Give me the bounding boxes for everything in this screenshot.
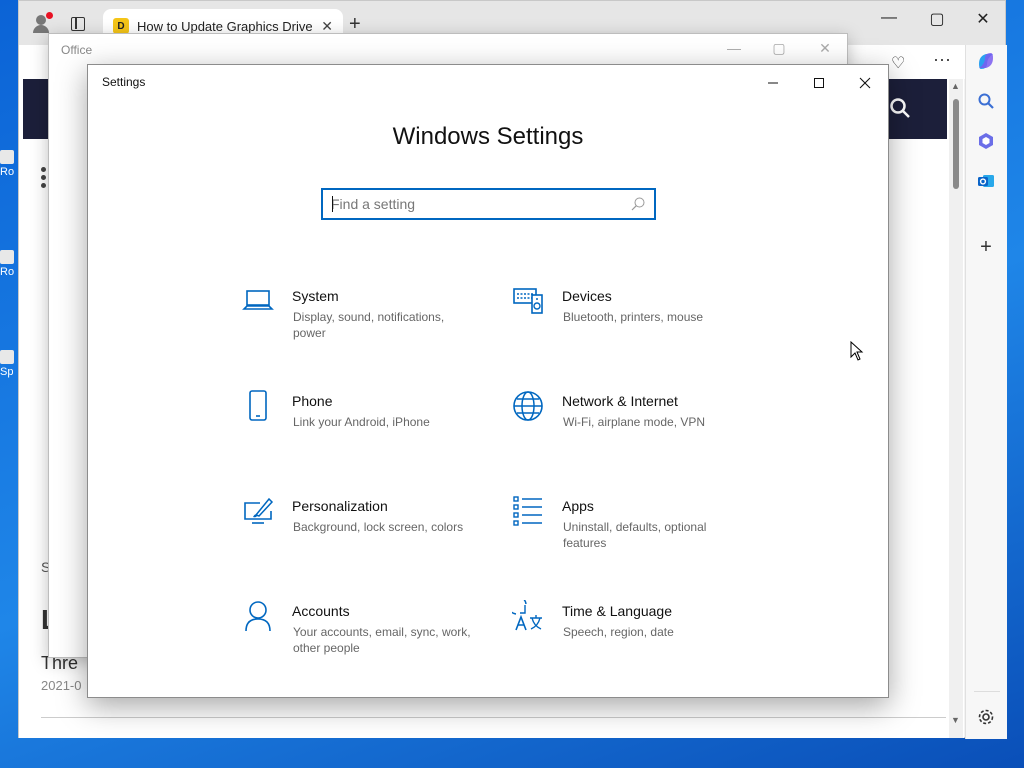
settings-item-label: Time & Language <box>562 603 672 619</box>
sidebar-divider <box>974 691 1000 692</box>
settings-item-devices[interactable]: Devices Bluetooth, printers, mouse <box>512 285 752 355</box>
desktop-icon-3[interactable]: Sp <box>0 350 18 380</box>
profile-icon[interactable] <box>31 12 53 33</box>
settings-item-apps[interactable]: Apps Uninstall, defaults, optional featu… <box>512 495 752 565</box>
person-icon <box>245 601 271 632</box>
heart-pulse-icon[interactable]: ♡ <box>891 53 905 73</box>
settings-item-desc: Your accounts, email, sync, work, other … <box>293 625 471 655</box>
settings-item-desc: Bluetooth, printers, mouse <box>563 310 704 324</box>
browser-sidebar: + <box>965 45 1007 739</box>
search-box[interactable] <box>321 188 656 220</box>
page-search-icon[interactable] <box>889 97 911 119</box>
settings-item-desc: Wi-Fi, airplane mode, VPN <box>563 415 706 429</box>
settings-item-label: System <box>292 288 339 304</box>
settings-close-button[interactable] <box>850 71 880 95</box>
settings-item-label: Network & Internet <box>562 393 678 409</box>
search-input[interactable] <box>331 194 621 214</box>
page-menu-icon[interactable] <box>41 167 46 188</box>
divider <box>41 717 946 718</box>
desktop-icon-1[interactable]: Ro <box>0 150 18 180</box>
settings-item-label: Devices <box>562 288 612 304</box>
desktop-icon-2[interactable]: Ro <box>0 250 18 280</box>
tab-favicon-icon: D <box>113 18 129 34</box>
outlook-icon[interactable] <box>974 169 998 193</box>
office-minimize-button[interactable]: — <box>723 40 745 56</box>
desktop-app-icon <box>0 150 14 164</box>
devices-icon <box>513 288 543 314</box>
minimize-button[interactable]: — <box>877 9 901 27</box>
settings-window-title: Settings <box>102 75 146 89</box>
settings-window: Settings Windows Settings System Display… <box>87 64 889 698</box>
apps-list-icon <box>513 496 542 526</box>
settings-item-label: Phone <box>292 393 333 409</box>
close-window-button[interactable]: ✕ <box>971 9 995 29</box>
settings-item-desc: Link your Android, iPhone <box>293 415 430 429</box>
settings-item-desc: Display, sound, notifications, power <box>293 310 445 340</box>
laptop-icon <box>242 290 274 310</box>
desktop-app-icon <box>0 250 14 264</box>
page-date: 2021-0 <box>41 678 82 693</box>
maximize-button[interactable]: ▢ <box>925 9 949 29</box>
settings-maximize-button[interactable] <box>804 71 834 95</box>
tab-title: How to Update Graphics Driver f <box>137 18 314 34</box>
microsoft-365-icon[interactable] <box>974 129 998 153</box>
scroll-down-icon[interactable]: ▼ <box>951 715 960 725</box>
copilot-icon[interactable] <box>974 49 998 73</box>
settings-item-phone[interactable]: Phone Link your Android, iPhone <box>242 390 482 460</box>
add-sidebar-app-icon[interactable]: + <box>974 235 998 259</box>
settings-item-desc: Background, lock screen, colors <box>293 520 464 534</box>
office-close-button[interactable]: ✕ <box>814 40 836 57</box>
settings-item-system[interactable]: System Display, sound, notifications, po… <box>242 285 482 355</box>
mouse-cursor-icon <box>850 341 864 361</box>
settings-item-label: Apps <box>562 498 594 514</box>
text-caret <box>332 196 333 212</box>
page-scrollbar[interactable]: ▲ ▼ <box>949 79 963 738</box>
tab-actions-icon[interactable] <box>71 17 85 31</box>
settings-item-label: Personalization <box>292 498 388 514</box>
settings-item-label: Accounts <box>292 603 350 619</box>
settings-item-time-language[interactable]: Time & Language Speech, region, date <box>512 600 752 670</box>
office-title: Office <box>61 43 93 57</box>
sidebar-settings-icon[interactable] <box>974 705 998 729</box>
office-maximize-button[interactable]: ▢ <box>768 40 790 57</box>
settings-item-desc: Speech, region, date <box>563 625 674 639</box>
time-language-icon <box>512 600 542 631</box>
search-icon[interactable] <box>630 196 646 212</box>
scroll-thumb[interactable] <box>953 99 959 189</box>
more-options-icon[interactable]: ··· <box>933 49 951 70</box>
tab-close-icon[interactable]: ✕ <box>321 18 333 35</box>
phone-icon <box>249 390 267 421</box>
globe-icon <box>513 391 543 421</box>
page-title: Windows Settings <box>392 123 584 150</box>
settings-item-desc: Uninstall, defaults, optional features <box>563 520 707 550</box>
settings-item-personalization[interactable]: Personalization Background, lock screen,… <box>242 495 482 565</box>
scroll-up-icon[interactable]: ▲ <box>951 81 960 91</box>
settings-minimize-button[interactable] <box>758 71 788 95</box>
paint-icon <box>244 497 274 524</box>
search-icon[interactable] <box>974 89 998 113</box>
desktop-app-icon <box>0 350 14 364</box>
settings-item-accounts[interactable]: Accounts Your accounts, email, sync, wor… <box>242 600 482 670</box>
settings-item-network[interactable]: Network & Internet Wi-Fi, airplane mode,… <box>512 390 752 460</box>
